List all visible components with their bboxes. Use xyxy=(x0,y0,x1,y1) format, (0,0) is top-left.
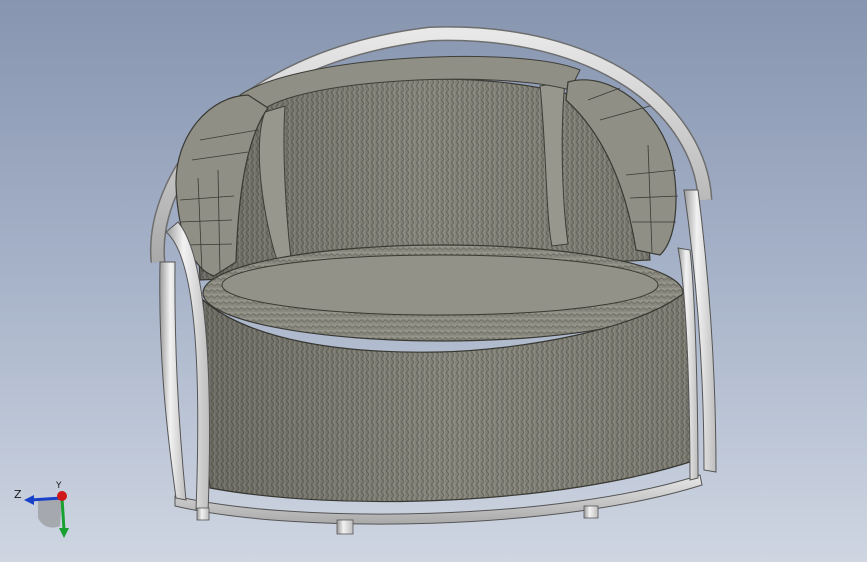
foot-right xyxy=(583,505,599,519)
triad-y-axis xyxy=(60,497,66,531)
triad-y-arrowhead xyxy=(59,528,69,538)
triad-plane-shade xyxy=(38,498,62,528)
foot-left xyxy=(196,507,210,521)
triad-x-axis-dot xyxy=(57,491,67,501)
seat-cushion-top xyxy=(221,254,659,316)
graphics-viewport[interactable]: Z Y xyxy=(0,0,867,562)
triad-y-label: Y xyxy=(56,481,62,491)
frame-left-leg xyxy=(159,261,187,501)
triad-z-axis xyxy=(29,496,63,502)
triad-z-label: Z xyxy=(14,488,22,501)
chair-model[interactable] xyxy=(0,0,867,562)
coordinate-triad[interactable]: Z Y xyxy=(10,478,80,548)
foot-center xyxy=(336,519,354,535)
triad-z-arrowhead xyxy=(24,495,34,505)
